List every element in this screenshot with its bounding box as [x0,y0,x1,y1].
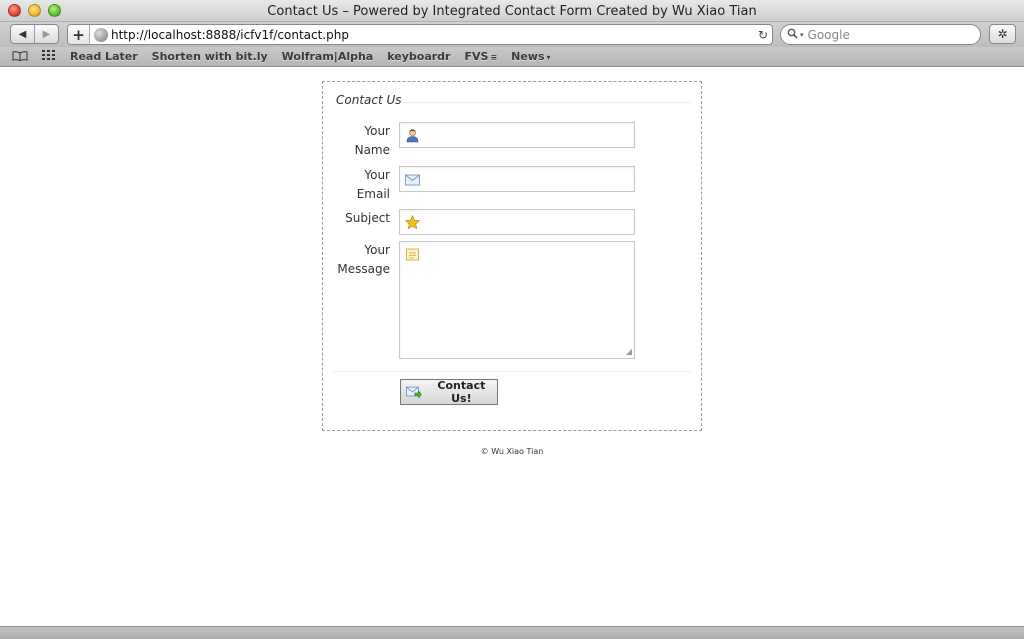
form-divider [333,371,691,372]
name-field[interactable] [399,122,635,148]
message-label: Your Message [333,241,390,279]
bookmark-folder-fvs[interactable]: FVS ≡ [464,50,497,63]
star-icon [405,215,420,230]
top-sites-icon[interactable] [42,50,56,63]
reload-icon[interactable]: ↻ [754,28,772,42]
message-textarea[interactable] [424,246,632,358]
status-bar [0,626,1024,639]
bookmark-fvs-label: FVS [464,50,489,63]
envelope-icon [405,174,420,186]
close-window-button[interactable] [8,4,21,17]
mail-arrow-icon [406,386,422,399]
footer-copyright: © Wu Xiao Tian [480,447,544,456]
reading-list-icon[interactable] [12,50,28,64]
window-controls [8,4,61,17]
folder-menu-icon: ≡ [490,53,498,62]
globe-icon [94,27,108,42]
address-bar[interactable]: + http://localhost:8888/icfv1f/contact.p… [67,24,773,45]
bookmark-folder-news[interactable]: News ▾ [511,50,550,63]
bookmark-wolfram-alpha[interactable]: Wolfram|Alpha [282,50,374,63]
email-input[interactable] [424,167,632,191]
name-label-line2: Name [354,143,390,157]
bookmark-keyboardr[interactable]: keyboardr [387,50,450,63]
page-content: Contact Us Your Name Your Email Subject … [0,68,1024,626]
subject-input[interactable] [424,210,632,234]
chevron-down-icon: ▾ [546,53,551,62]
nav-buttons: ◀ ▶ [10,24,59,44]
browser-toolbar: ◀ ▶ + http://localhost:8888/icfv1f/conta… [0,22,1024,47]
back-button[interactable]: ◀ [11,25,34,43]
subject-label: Subject [333,209,390,228]
legend-divider [403,102,691,103]
bookmark-read-later[interactable]: Read Later [70,50,138,63]
zoom-window-button[interactable] [48,4,61,17]
search-dropdown-icon[interactable]: ▾ [800,31,804,39]
email-field[interactable] [399,166,635,192]
add-bookmark-button[interactable]: + [68,25,90,44]
bookmarks-bar: Read Later Shorten with bit.ly Wolfram|A… [0,47,1024,67]
window-titlebar: Contact Us – Powered by Integrated Conta… [0,0,1024,22]
forward-arrow-icon: ▶ [42,28,51,40]
subject-label-line1: Subject [345,211,390,225]
message-field[interactable]: ◢ [399,241,635,359]
subject-field[interactable] [399,209,635,235]
forward-button[interactable]: ▶ [34,25,58,43]
minimize-window-button[interactable] [28,4,41,17]
magnifier-icon [787,28,798,42]
name-label: Your Name [333,122,390,160]
bookmark-news-label: News [511,50,545,63]
window-title: Contact Us – Powered by Integrated Conta… [267,4,757,19]
name-label-line1: Your [364,124,390,138]
search-field[interactable]: ▾ [780,24,981,45]
submit-label: Contact Us! [437,379,486,405]
plus-icon: + [72,25,85,44]
contact-form: Contact Us Your Name Your Email Subject … [322,81,702,431]
message-label-line2: Message [337,262,390,276]
search-input[interactable] [807,27,958,42]
bookmark-shorten-bitly[interactable]: Shorten with bit.ly [152,50,268,63]
email-label-line1: Your [364,168,390,182]
email-label: Your Email [333,166,390,204]
url-text[interactable]: http://localhost:8888/icfv1f/contact.php [111,28,754,42]
resize-grip-icon[interactable]: ◢ [626,348,632,356]
email-label-line2: Email [356,187,390,201]
debug-button[interactable]: ✲ [989,24,1016,44]
contact-us-submit-button[interactable]: Contact Us! [400,379,498,405]
back-arrow-icon: ◀ [18,28,27,40]
note-icon [406,248,419,261]
message-label-line1: Your [364,243,390,257]
name-input[interactable] [424,123,632,147]
bug-icon: ✲ [997,27,1008,41]
user-icon [406,129,419,143]
form-legend: Contact Us [336,93,402,107]
